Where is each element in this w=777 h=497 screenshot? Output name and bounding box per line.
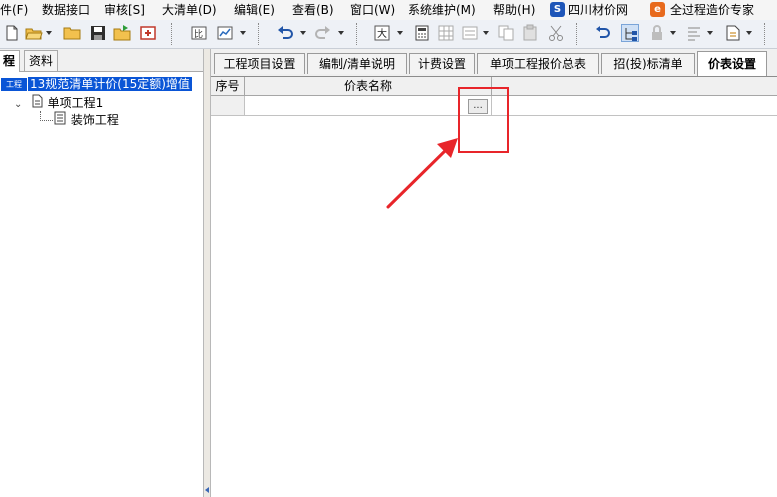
print-icon[interactable] — [139, 24, 157, 42]
menu-data-interface[interactable]: 数据接口 — [42, 3, 90, 17]
menu-edit[interactable]: 编辑(E) — [234, 3, 275, 17]
redo-icon[interactable] — [314, 24, 332, 42]
collapse-arrow-icon[interactable]: ⌄ — [14, 96, 26, 113]
tab-bid-list[interactable]: 招(投)标清单 — [601, 53, 695, 74]
tab-fee-settings[interactable]: 计费设置 — [409, 53, 475, 74]
lock-icon[interactable] — [648, 24, 666, 42]
row-index-cell[interactable] — [211, 96, 245, 116]
column-header-filler — [492, 77, 777, 96]
undo-icon[interactable] — [276, 24, 294, 42]
tree-root-label: 13规范清单计价(15定额)增值 — [28, 77, 192, 91]
tab-materials[interactable]: 资料 — [24, 50, 59, 71]
cost-expert-logo-icon: e — [650, 2, 665, 17]
svg-text:大: 大 — [377, 27, 387, 40]
menu-file[interactable]: 件(F) — [0, 3, 28, 17]
revert-icon[interactable] — [594, 24, 612, 42]
tree-grandchild-row[interactable]: 装饰工程 — [53, 111, 119, 128]
svg-text:比: 比 — [194, 28, 203, 40]
column-header-index[interactable]: 序号 — [211, 77, 245, 96]
menu-window[interactable]: 窗口(W) — [350, 3, 395, 17]
calculator-icon[interactable] — [413, 24, 431, 42]
sichuan-price-logo-icon: S — [550, 2, 565, 17]
tree-child-label: 单项工程1 — [47, 96, 104, 110]
menu-view[interactable]: 查看(B) — [292, 3, 334, 17]
tab-project-tree[interactable]: 程 — [0, 50, 21, 72]
menu-big-list[interactable]: 大清单(D) — [162, 3, 217, 17]
link-sichuan-price-network[interactable]: 四川材价网 — [568, 3, 628, 17]
menu-help[interactable]: 帮助(H) — [493, 3, 535, 17]
tree-child-row[interactable]: ⌄ 单项工程1 — [14, 94, 103, 111]
row-filler-cell — [492, 96, 777, 116]
grid-icon[interactable] — [437, 24, 455, 42]
left-panel-tabs: 程 资料 — [0, 49, 205, 72]
cut-icon[interactable] — [547, 24, 565, 42]
tree-icon[interactable] — [621, 24, 639, 42]
tab-project-settings[interactable]: 工程项目设置 — [214, 53, 305, 74]
folder-icon[interactable] — [63, 24, 81, 42]
tab-price-table-settings[interactable]: 价表设置 — [697, 51, 767, 76]
tree-root-badge-icon: 工程 — [0, 77, 28, 92]
compare-icon[interactable]: 比 — [190, 24, 208, 42]
tree-connector — [40, 111, 53, 121]
menu-bar: 件(F) 数据接口 审核[S] 大清单(D) 编辑(E) 查看(B) 窗口(W)… — [0, 0, 777, 20]
list-icon[interactable] — [461, 24, 479, 42]
text-size-icon[interactable]: 大 — [373, 24, 391, 42]
price-table-name-cell[interactable] — [245, 96, 492, 116]
chart-icon[interactable] — [216, 24, 234, 42]
export-icon[interactable] — [113, 24, 131, 42]
tab-compile-list-notes[interactable]: 编制/清单说明 — [307, 53, 407, 74]
decoration-project-icon — [53, 111, 67, 130]
save-icon[interactable] — [89, 24, 107, 42]
tree-root-row[interactable]: 工程 13规范清单计价(15定额)增值 — [0, 76, 192, 93]
collapse-left-icon[interactable] — [205, 487, 209, 493]
tab-single-project-summary[interactable]: 单项工程报价总表 — [477, 53, 599, 74]
tree-grandchild-label: 装饰工程 — [70, 113, 119, 127]
link-cost-expert[interactable]: 全过程造价专家 — [670, 3, 754, 17]
menu-system-maintenance[interactable]: 系统维护(M) — [408, 3, 476, 17]
copy-icon[interactable] — [497, 24, 515, 42]
document-icon[interactable] — [724, 24, 742, 42]
project-tree: 工程 13规范清单计价(15定额)增值 ⌄ 单项工程1 装饰工程 — [0, 72, 203, 497]
panel-splitter[interactable] — [203, 49, 211, 497]
column-header-price-table-name[interactable]: 价表名称 — [245, 77, 492, 96]
menu-review[interactable]: 审核[S] — [104, 3, 145, 17]
align-icon[interactable] — [685, 24, 703, 42]
annotation-arrow-icon — [386, 138, 458, 209]
toolbar: 比 大 — [0, 20, 777, 49]
new-file-icon[interactable] — [3, 24, 21, 42]
open-folder-icon[interactable] — [25, 24, 43, 42]
main-tabbar: 工程项目设置 编制/清单说明 计费设置 单项工程报价总表 招(投)标清单 价表设… — [211, 49, 777, 77]
paste-icon[interactable] — [521, 24, 539, 42]
